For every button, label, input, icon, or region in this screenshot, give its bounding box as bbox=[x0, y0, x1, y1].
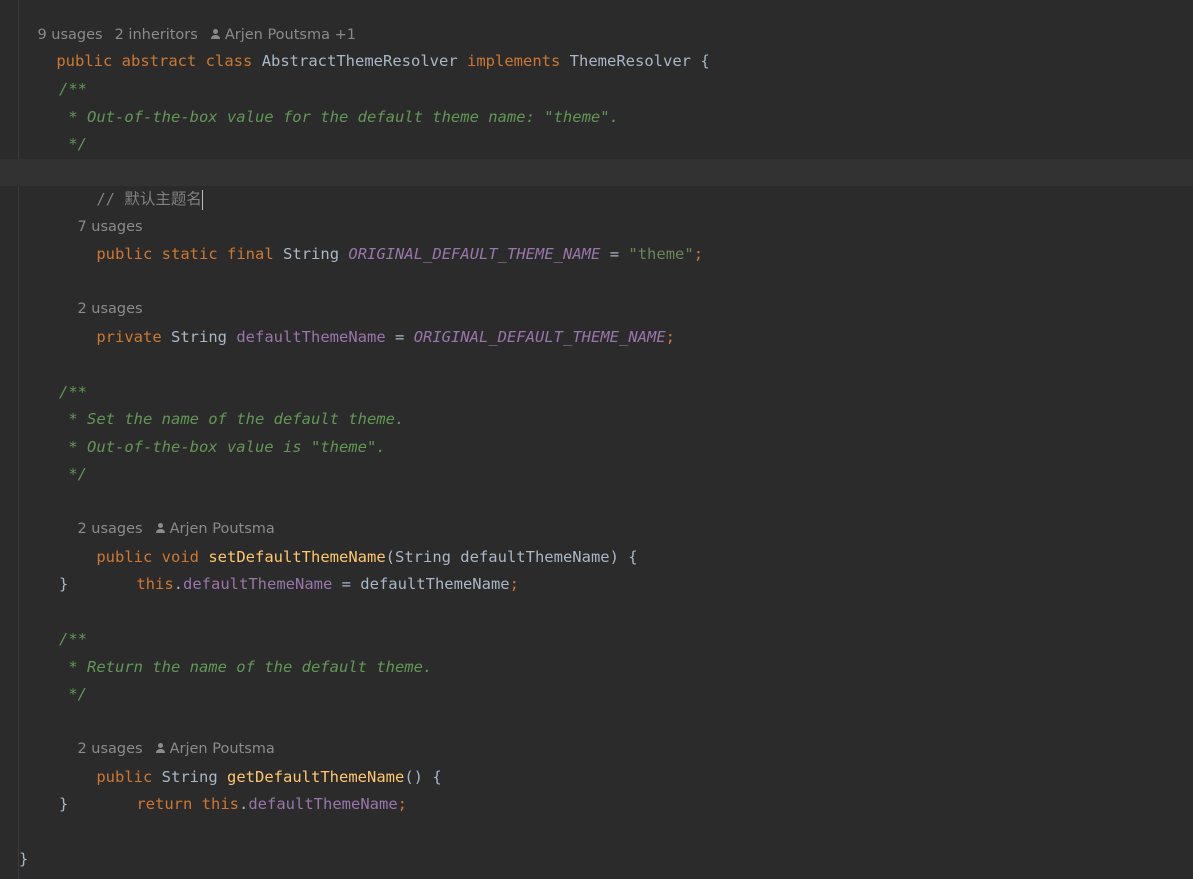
keyword-private: private bbox=[96, 327, 162, 346]
constant-name: ORIGINAL_DEFAULT_THEME_NAME bbox=[348, 245, 601, 263]
keyword-final: final bbox=[227, 245, 274, 263]
constant-declaration-line[interactable]: public static final String ORIGINAL_DEFA… bbox=[0, 214, 1193, 263]
field-declaration-line[interactable]: private String defaultThemeName = ORIGIN… bbox=[0, 296, 1193, 346]
field-code-lens: 2 usages bbox=[0, 269, 1193, 317]
doc-comment-close: */ bbox=[59, 685, 87, 703]
constant-code-lens: 7 usages bbox=[0, 186, 1193, 235]
doc-comment-close: */ bbox=[59, 465, 87, 483]
keyword-static: static bbox=[161, 245, 218, 263]
constant-reference: ORIGINAL_DEFAULT_THEME_NAME bbox=[413, 327, 666, 346]
class-code-lens: 9 usages 2 inheritors Arjen Poutsma +1 bbox=[0, 0, 1193, 43]
keyword-public: public bbox=[56, 52, 113, 70]
getter-body-line[interactable]: return this.defaultThemeName; bbox=[0, 764, 1193, 813]
semicolon: ; bbox=[665, 327, 675, 346]
field-name: defaultThemeName bbox=[236, 327, 386, 346]
doc-comment-text: * Out-of-the-box value for the default t… bbox=[59, 107, 619, 126]
string-literal: "theme" bbox=[628, 245, 694, 263]
open-brace: { bbox=[700, 52, 710, 70]
getter-code-lens: 2 usages Arjen Poutsma bbox=[0, 709, 1193, 757]
type-string: String bbox=[283, 245, 340, 263]
interface-name: ThemeResolver bbox=[569, 52, 691, 70]
semicolon: ; bbox=[693, 245, 704, 263]
doc-comment-close: */ bbox=[59, 135, 87, 153]
setter-body-line[interactable]: this.defaultThemeName = defaultThemeName… bbox=[0, 544, 1193, 593]
class-declaration-line[interactable]: public abstract class AbstractThemeResol… bbox=[0, 21, 1193, 70]
keyword-abstract: abstract bbox=[121, 52, 197, 70]
keyword-implements: implements bbox=[467, 52, 561, 70]
doc-comment-open: /** bbox=[59, 630, 87, 648]
close-brace: } bbox=[59, 795, 69, 813]
doc-comment-text: * Return the name of the default theme. bbox=[59, 657, 433, 676]
type-string: String bbox=[171, 327, 227, 346]
code-editor[interactable]: 9 usages 2 inheritors Arjen Poutsma +1 pub… bbox=[0, 0, 1193, 879]
doc-comment-open: /** bbox=[59, 382, 87, 401]
current-line[interactable]: // 默认主题名 bbox=[0, 158, 1193, 210]
keyword-public: public bbox=[96, 245, 153, 263]
class-close-brace: } bbox=[19, 850, 29, 868]
doc-comment-text: * Out-of-the-box value is "theme". bbox=[59, 437, 386, 456]
close-brace: } bbox=[59, 575, 69, 593]
setter-declaration-line[interactable]: public void setDefaultThemeName(String d… bbox=[0, 516, 1193, 566]
class-name: AbstractThemeResolver bbox=[261, 52, 458, 70]
equals-sign: = bbox=[609, 245, 620, 263]
getter-declaration-line[interactable]: public String getDefaultThemeName() { bbox=[0, 736, 1193, 786]
doc-comment-open: /** bbox=[59, 80, 87, 98]
doc-comment-text: * Set the name of the default theme. bbox=[59, 410, 405, 428]
equals-sign: = bbox=[395, 327, 405, 346]
keyword-class: class bbox=[205, 52, 253, 70]
setter-code-lens: 2 usages Arjen Poutsma bbox=[0, 489, 1193, 537]
